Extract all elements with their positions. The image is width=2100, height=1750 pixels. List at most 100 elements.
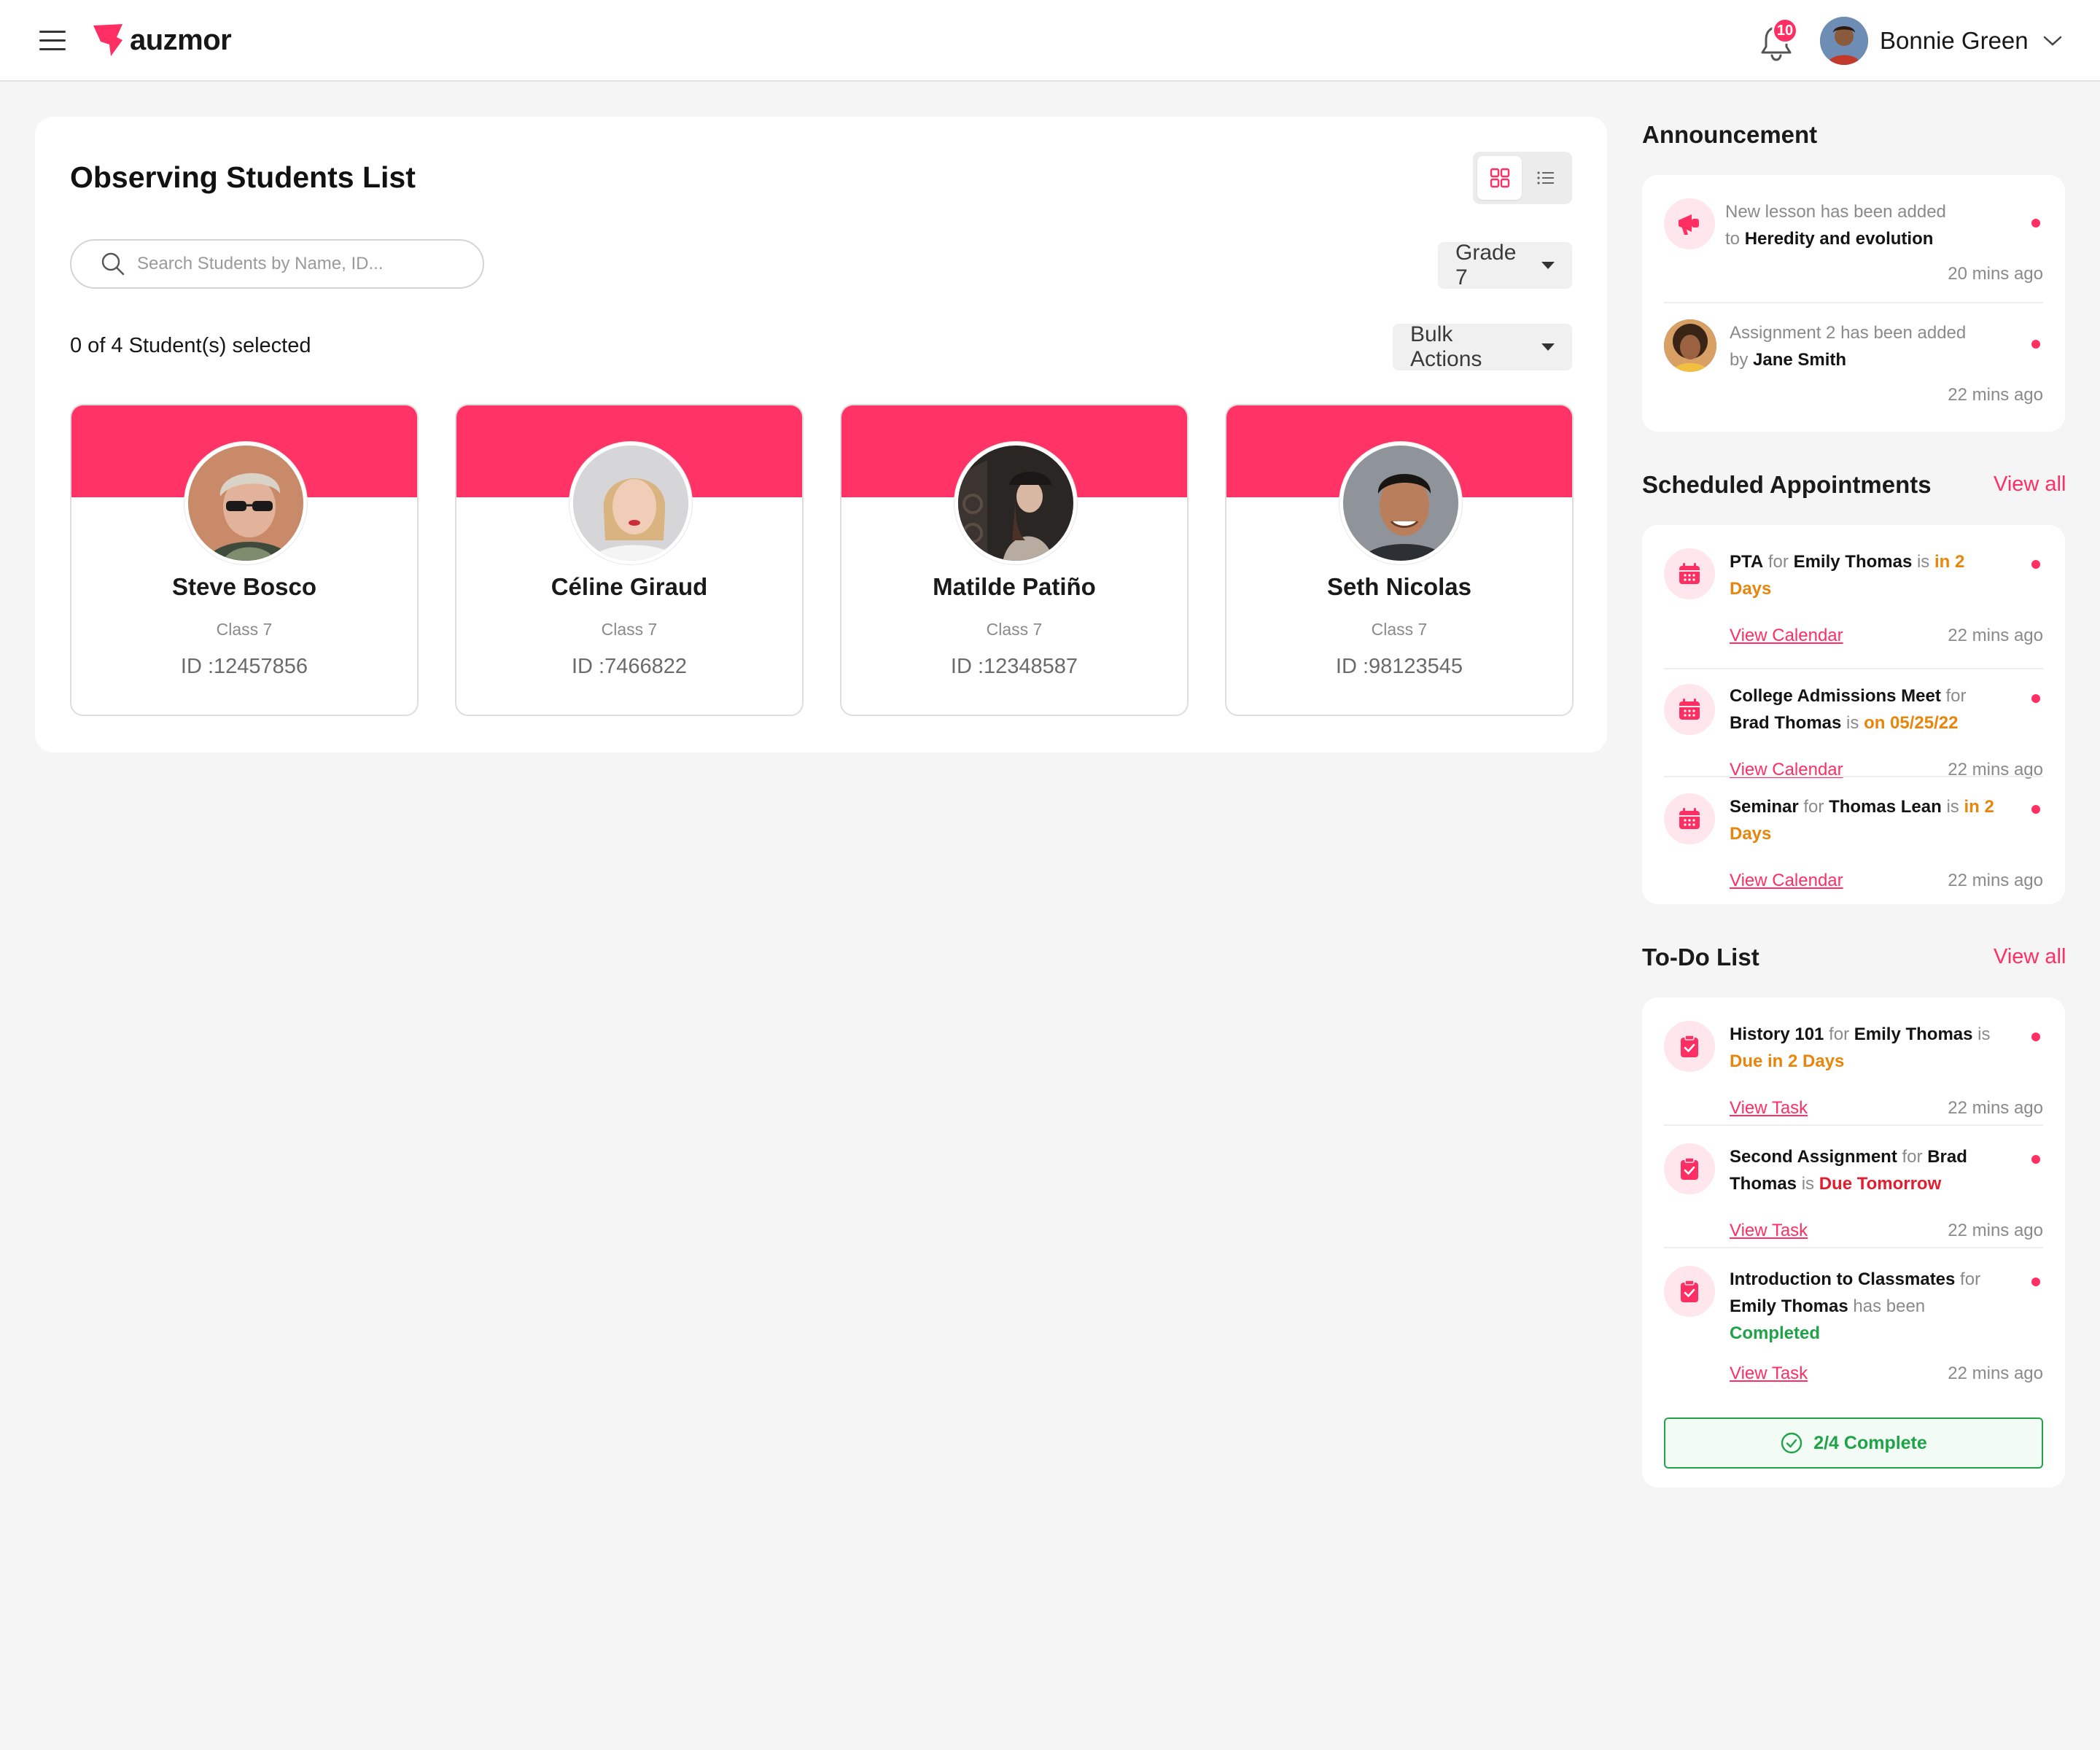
caret-down-icon — [1541, 262, 1555, 269]
student-class: Class 7 — [986, 620, 1043, 639]
student-card[interactable]: Céline Giraud Class 7 ID :7466822 — [455, 404, 804, 716]
notification-badge: 10 — [1772, 18, 1798, 44]
clipboard-check-icon — [1681, 1035, 1698, 1057]
unread-dot — [2031, 1278, 2040, 1286]
calendar-icon-wrap — [1664, 548, 1715, 599]
divider — [1664, 1124, 2043, 1126]
bulk-actions-select[interactable]: Bulk Actions — [1393, 322, 1572, 371]
student-name: Steve Bosco — [171, 573, 317, 600]
student-card[interactable]: Seth Nicolas Class 7 ID :98123545 — [1225, 404, 1574, 716]
announcement-icon-wrap — [1664, 198, 1715, 249]
unread-dot — [2031, 694, 2040, 703]
progress-complete-button[interactable]: 2/4 Complete — [1664, 1418, 2043, 1469]
calendar-icon-wrap — [1664, 793, 1715, 844]
timestamp: 22 mins ago — [1948, 385, 2043, 405]
announcement-title: Announcement — [1642, 121, 1818, 148]
announcement-item[interactable]: Assignment 2 has been added by Jane Smit… — [1664, 319, 2043, 421]
search-input[interactable] — [137, 254, 458, 274]
top-bar: auzmor 10 Bonnie Green — [0, 0, 2100, 82]
view-task-link[interactable]: View Task — [1730, 1098, 1808, 1119]
student-photo — [1339, 442, 1462, 564]
avatar — [1664, 319, 1716, 372]
view-task-link[interactable]: View Task — [1730, 1221, 1808, 1241]
student-name: Seth Nicolas — [1326, 573, 1472, 600]
announcement-text: Assignment 2 has been added by Jane Smit… — [1730, 323, 1967, 370]
appointments-view-all-link[interactable]: View all — [1994, 472, 2066, 497]
megaphone-icon — [1679, 214, 1699, 235]
todo-panel: History 101 for Emily Thomas is Due in 2… — [1642, 998, 2065, 1488]
todo-item: History 101 for Emily Thomas is Due in 2… — [1664, 1021, 2043, 1130]
grade-select-label: Grade 7 — [1455, 241, 1517, 289]
student-card[interactable]: Matilde Patiño Class 7 ID :12348587 — [840, 404, 1189, 716]
announcement-item[interactable]: New lesson has been added to Heredity an… — [1664, 198, 2043, 300]
clipboard-icon-wrap — [1664, 1021, 1715, 1072]
unread-dot — [2031, 805, 2040, 814]
student-name: Matilde Patiño — [933, 573, 1096, 600]
announcement-panel: New lesson has been added to Heredity an… — [1642, 175, 2065, 432]
calendar-icon — [1679, 563, 1700, 584]
timestamp: 20 mins ago — [1948, 264, 2043, 284]
appointment-text: College Admissions Meet for Brad Thomas … — [1730, 686, 1967, 733]
student-grid: Steve Bosco Class 7 ID :12457856 Céline … — [70, 404, 1574, 716]
timestamp: 22 mins ago — [1948, 1098, 2043, 1118]
todo-text: History 101 for Emily Thomas is Due in 2… — [1730, 1024, 1991, 1071]
appointments-title: Scheduled Appointments — [1642, 471, 1932, 498]
check-circle-icon — [1781, 1432, 1802, 1454]
appointment-item: College Admissions Meet for Brad Thomas … — [1664, 671, 2043, 780]
user-name: Bonnie Green — [1880, 27, 2029, 54]
student-photo — [569, 442, 692, 564]
search-icon — [101, 252, 125, 276]
search-box — [70, 239, 484, 289]
unread-dot — [2031, 560, 2040, 569]
timestamp: 22 mins ago — [1948, 1221, 2043, 1240]
clipboard-check-icon — [1681, 1280, 1698, 1302]
view-calendar-link[interactable]: View Calendar — [1730, 626, 1843, 646]
list-view-button[interactable] — [1523, 156, 1568, 200]
menu-icon[interactable] — [39, 29, 66, 51]
unread-dot — [2031, 1032, 2040, 1041]
clipboard-icon-wrap — [1664, 1143, 1715, 1194]
student-name: Céline Giraud — [551, 573, 708, 600]
todo-item: Second Assignment for Brad Thomas is Due… — [1664, 1143, 2043, 1253]
student-card[interactable]: Steve Bosco Class 7 ID :12457856 — [70, 404, 419, 716]
student-class: Class 7 — [216, 620, 273, 639]
student-photo — [954, 442, 1077, 564]
chevron-down-icon — [2043, 36, 2061, 46]
divider — [1664, 1247, 2043, 1248]
selection-count: 0 of 4 Student(s) selected — [70, 334, 311, 357]
unread-dot — [2031, 340, 2040, 349]
calendar-icon-wrap — [1664, 684, 1715, 735]
appointment-item: Seminar for Thomas Lean is in 2 Days Vie… — [1664, 793, 2043, 903]
student-id: ID :12457856 — [180, 655, 308, 678]
divider — [1664, 668, 2043, 669]
unread-dot — [2031, 219, 2040, 228]
bulk-actions-label: Bulk Actions — [1410, 322, 1482, 371]
brand-logo[interactable]: auzmor — [93, 22, 232, 58]
view-calendar-link[interactable]: View Calendar — [1730, 871, 1843, 891]
grid-view-button[interactable] — [1477, 156, 1522, 200]
timestamp: 22 mins ago — [1948, 871, 2043, 890]
clipboard-check-icon — [1681, 1157, 1698, 1180]
todo-text: Introduction to Classmates for Emily Tho… — [1730, 1269, 1981, 1343]
announcement-text: New lesson has been added to Heredity an… — [1725, 202, 1946, 249]
todo-view-all-link[interactable]: View all — [1994, 945, 2066, 969]
user-menu[interactable]: Bonnie Green — [1820, 16, 2062, 66]
students-panel: Observing Students List Grade 7 — [35, 117, 1607, 752]
todo-item: Introduction to Classmates for Emily Tho… — [1664, 1266, 2043, 1404]
brand-name: auzmor — [130, 23, 232, 56]
view-task-link[interactable]: View Task — [1730, 1364, 1808, 1384]
grade-select[interactable]: Grade 7 — [1438, 241, 1572, 289]
calendar-icon — [1679, 808, 1700, 829]
calendar-icon — [1679, 699, 1700, 720]
clipboard-icon-wrap — [1664, 1266, 1715, 1317]
divider — [1664, 776, 2043, 777]
divider — [1664, 302, 2043, 303]
student-class: Class 7 — [1371, 620, 1428, 639]
appointment-item: PTA for Emily Thomas is in 2 Days View C… — [1664, 548, 2043, 658]
caret-down-icon — [1541, 343, 1555, 351]
timestamp: 22 mins ago — [1948, 626, 2043, 645]
avatar — [1820, 17, 1868, 65]
appointment-text: Seminar for Thomas Lean is in 2 Days — [1730, 797, 1994, 844]
view-toggle — [1473, 152, 1572, 204]
todo-title: To-Do List — [1642, 944, 1759, 971]
